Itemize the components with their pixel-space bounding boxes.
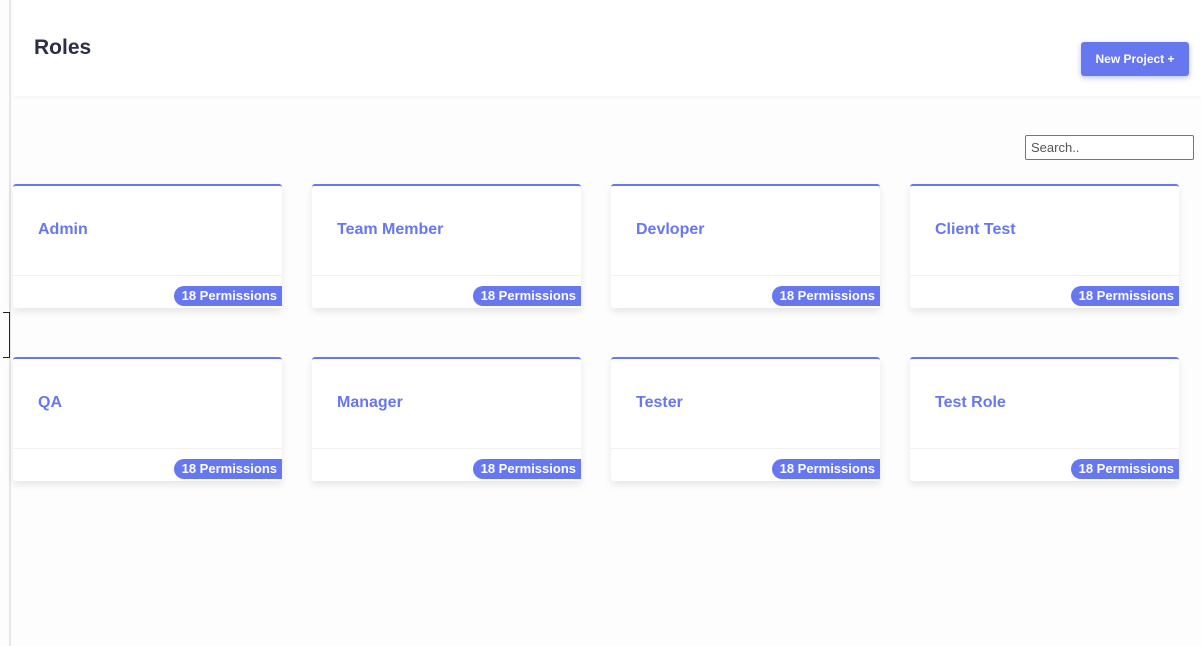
permissions-badge[interactable]: 18 Permissions xyxy=(1070,286,1179,306)
role-name: Devloper xyxy=(636,221,705,238)
permissions-badge[interactable]: 18 Permissions xyxy=(173,286,282,306)
role-name: Client Test xyxy=(935,221,1016,238)
card-divider xyxy=(910,275,1179,276)
permissions-badge[interactable]: 18 Permissions xyxy=(771,459,880,479)
page-title: Roles xyxy=(34,36,92,59)
role-name: Test Role xyxy=(935,394,1006,411)
page-header: Roles New Project + xyxy=(13,0,1201,96)
role-card-admin[interactable]: Admin 18 Permissions xyxy=(13,184,282,308)
sidebar-edge-bracket xyxy=(3,312,10,358)
role-card-tester[interactable]: Tester 18 Permissions xyxy=(611,357,880,481)
card-divider xyxy=(13,275,282,276)
new-project-button[interactable]: New Project + xyxy=(1081,42,1189,76)
role-card-devloper[interactable]: Devloper 18 Permissions xyxy=(611,184,880,308)
role-name: Manager xyxy=(337,394,403,411)
card-divider xyxy=(611,448,880,449)
role-card-test-role[interactable]: Test Role 18 Permissions xyxy=(910,357,1179,481)
permissions-badge[interactable]: 18 Permissions xyxy=(472,286,581,306)
role-card-client-test[interactable]: Client Test 18 Permissions xyxy=(910,184,1179,308)
role-name: Team Member xyxy=(337,221,444,238)
role-card-qa[interactable]: QA 18 Permissions xyxy=(13,357,282,481)
role-card-manager[interactable]: Manager 18 Permissions xyxy=(312,357,581,481)
card-divider xyxy=(312,275,581,276)
permissions-badge[interactable]: 18 Permissions xyxy=(771,286,880,306)
card-divider xyxy=(312,448,581,449)
permissions-badge[interactable]: 18 Permissions xyxy=(1070,459,1179,479)
card-divider xyxy=(611,275,880,276)
role-card-team-member[interactable]: Team Member 18 Permissions xyxy=(312,184,581,308)
role-name: Tester xyxy=(636,394,683,411)
permissions-badge[interactable]: 18 Permissions xyxy=(173,459,282,479)
role-name: QA xyxy=(38,394,62,411)
permissions-badge[interactable]: 18 Permissions xyxy=(472,459,581,479)
role-name: Admin xyxy=(38,221,88,238)
card-divider xyxy=(13,448,282,449)
search-input[interactable] xyxy=(1025,135,1194,160)
card-divider xyxy=(910,448,1179,449)
